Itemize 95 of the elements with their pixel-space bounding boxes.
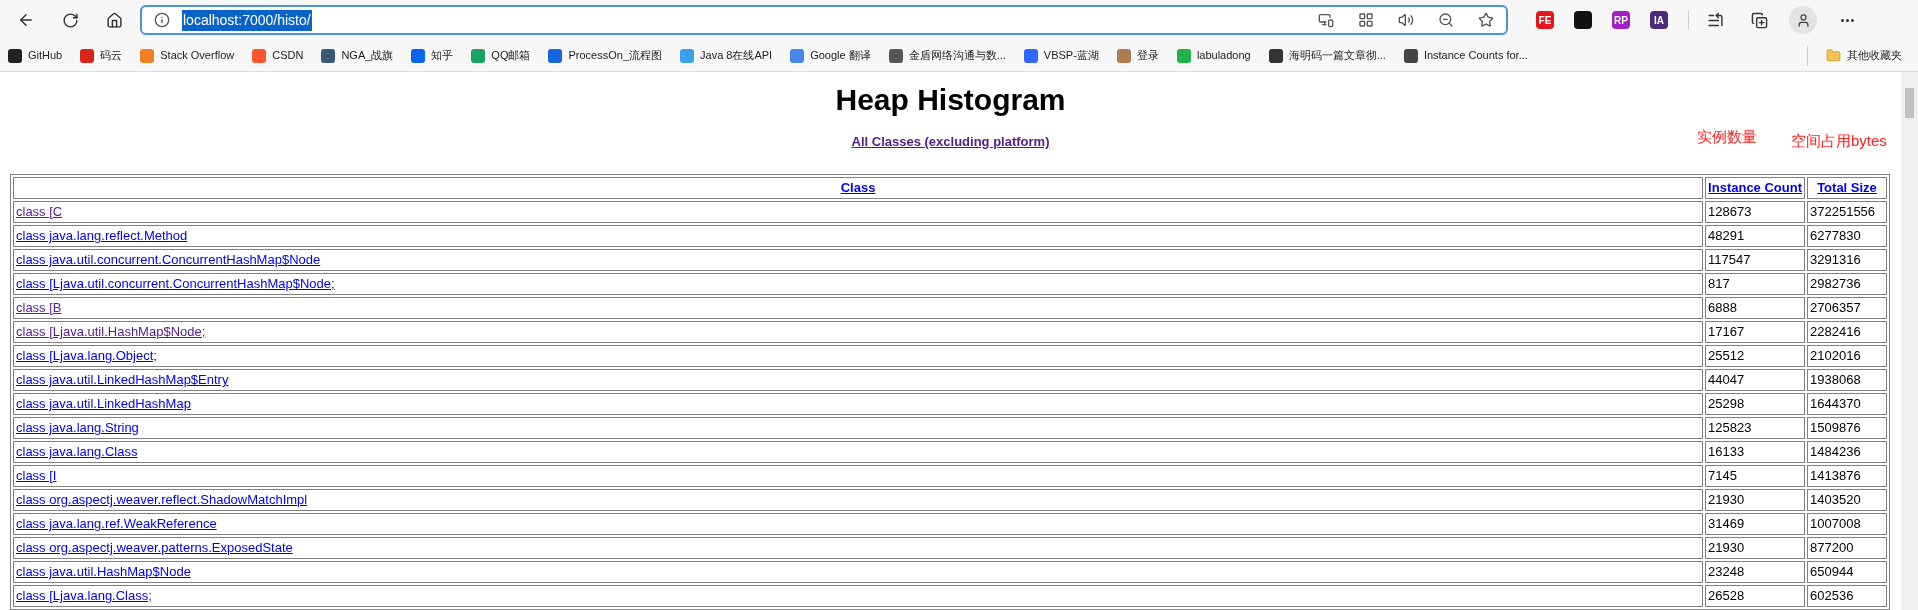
table-cell: 1644370 [1807, 393, 1887, 415]
class-link[interactable]: class org.aspectj.weaver.reflect.ShadowMatchImpl [16, 492, 308, 507]
all-classes-link[interactable]: All Classes (excluding platform) [851, 132, 1050, 152]
table-cell: 23248 [1705, 561, 1805, 583]
class-link[interactable]: class [Ljava.util.HashMap$Node; [16, 324, 206, 339]
favorite-icon[interactable] [1478, 12, 1494, 28]
table-cell: 1413876 [1807, 465, 1887, 487]
class-link[interactable]: class [I [16, 468, 57, 483]
bookmark-item[interactable]: GitHub [8, 47, 63, 64]
annotation-text: 空间占用bytes [1791, 131, 1887, 151]
bookmark-folder[interactable]: 其他收藏夹 [1826, 47, 1910, 64]
bookmark-item[interactable]: VBSP-蓝湖 [1023, 47, 1099, 64]
bookmark-item[interactable]: 金盾网络沟通与数... [888, 47, 1006, 64]
table-cell: 817 [1705, 273, 1805, 295]
bookmark-item[interactable]: 知乎 [411, 47, 454, 64]
bookmark-item[interactable]: 码云 [80, 47, 123, 64]
read-aloud-icon[interactable] [1398, 12, 1414, 28]
table-cell: 1509876 [1807, 417, 1887, 439]
table-cell: 128673 [1705, 201, 1805, 223]
refresh-icon [61, 11, 79, 29]
class-link[interactable]: class java.util.LinkedHashMap [16, 396, 191, 411]
class-link[interactable]: class java.util.LinkedHashMap$Entry [16, 372, 229, 387]
bookmark-item[interactable]: 海明码一篇文章彻... [1268, 47, 1386, 64]
table-cell: 117547 [1705, 249, 1805, 271]
table-cell: 125823 [1705, 417, 1805, 439]
table-cell: 48291 [1705, 225, 1805, 247]
table-cell: 877200 [1807, 537, 1887, 559]
bookmark-item[interactable]: Stack Overflow [140, 47, 235, 64]
table-cell: 31469 [1705, 513, 1805, 535]
folder-icon [1826, 48, 1841, 63]
back-icon [17, 11, 35, 29]
page-title: Heap Histogram [835, 82, 1066, 118]
extension-button[interactable]: RP [1612, 11, 1630, 29]
bookmark-item[interactable]: QQ邮箱 [471, 47, 531, 64]
class-link[interactable]: class [B [16, 300, 62, 315]
class-link[interactable]: class java.util.concurrent.ConcurrentHashMap$Node [16, 252, 321, 267]
home-icon [105, 11, 123, 29]
bookmark-item[interactable]: 登录 [1116, 47, 1159, 64]
table-cell: 26528 [1705, 585, 1805, 607]
class-link[interactable]: class [C [16, 204, 63, 219]
url-text: localhost:7000/histo/ [182, 9, 312, 31]
table-cell: 1007008 [1807, 513, 1887, 535]
table-cell: 25512 [1705, 345, 1805, 367]
address-bar[interactable]: localhost:7000/histo/ [140, 5, 1508, 35]
class-link[interactable]: class java.util.HashMap$Node [16, 564, 191, 579]
extension-button[interactable]: FE [1536, 11, 1554, 29]
grid-icon[interactable] [1358, 12, 1374, 28]
scrollbar[interactable] [1901, 72, 1918, 610]
class-link[interactable]: class org.aspectj.weaver.patterns.ExposedState [16, 540, 293, 555]
table-cell: 6888 [1705, 297, 1805, 319]
column-header-link[interactable]: Class [840, 180, 876, 196]
table-cell: 21930 [1705, 537, 1805, 559]
user-icon [1795, 12, 1811, 28]
table-cell: 3291316 [1807, 249, 1887, 271]
bookmark-item[interactable]: ProcessOn_流程图 [548, 47, 662, 64]
bookmark-item[interactable]: Java 8在线API [680, 47, 773, 64]
extension-button[interactable]: IA [1650, 11, 1668, 29]
info-icon [154, 12, 170, 28]
more-icon [1840, 18, 1854, 22]
collections-icon [1750, 11, 1768, 29]
table-cell: 1938068 [1807, 369, 1887, 391]
table-cell: 1484236 [1807, 441, 1887, 463]
table-cell: 25298 [1705, 393, 1805, 415]
device-icon[interactable] [1318, 12, 1334, 28]
table-cell: 372251556 [1807, 201, 1887, 223]
bookmark-item[interactable]: CSDN [252, 47, 304, 64]
table-cell: 17167 [1705, 321, 1805, 343]
table-cell: 44047 [1705, 369, 1805, 391]
table-cell: 602536 [1807, 585, 1887, 607]
table-cell: 21930 [1705, 489, 1805, 511]
favorites-icon [1706, 11, 1724, 29]
bookmark-item[interactable]: Google 翻译 [790, 47, 871, 64]
table-cell: 6277830 [1807, 225, 1887, 247]
bookmark-item[interactable]: labuladong [1176, 47, 1251, 64]
class-link[interactable]: class java.lang.reflect.Method [16, 228, 188, 243]
annotation-text: 实例数量 [1697, 127, 1757, 147]
zoom-out-icon[interactable] [1438, 12, 1454, 28]
table-cell: 650944 [1807, 561, 1887, 583]
class-link[interactable]: class java.lang.String [16, 420, 139, 435]
class-link[interactable]: class [Ljava.util.concurrent.ConcurrentHashMap$Node; [16, 276, 335, 291]
class-link[interactable]: class java.lang.ref.WeakReference [16, 516, 217, 531]
table-cell: 2706357 [1807, 297, 1887, 319]
bookmark-item[interactable]: NGA_战旗 [321, 47, 394, 64]
table-cell: 16133 [1705, 441, 1805, 463]
extension-button[interactable] [1574, 11, 1592, 29]
table-cell: 2982736 [1807, 273, 1887, 295]
table-cell: 2102016 [1807, 345, 1887, 367]
table-cell: 1403520 [1807, 489, 1887, 511]
class-link[interactable]: class [Ljava.lang.Object; [16, 348, 157, 363]
class-link[interactable]: class java.lang.Class [16, 444, 138, 459]
table-cell: 2282416 [1807, 321, 1887, 343]
class-link[interactable]: class [Ljava.lang.Class; [16, 588, 152, 603]
bookmark-item[interactable]: Instance Counts for... [1403, 47, 1528, 64]
table-cell: 7145 [1705, 465, 1805, 487]
profile-button[interactable] [1789, 6, 1817, 34]
